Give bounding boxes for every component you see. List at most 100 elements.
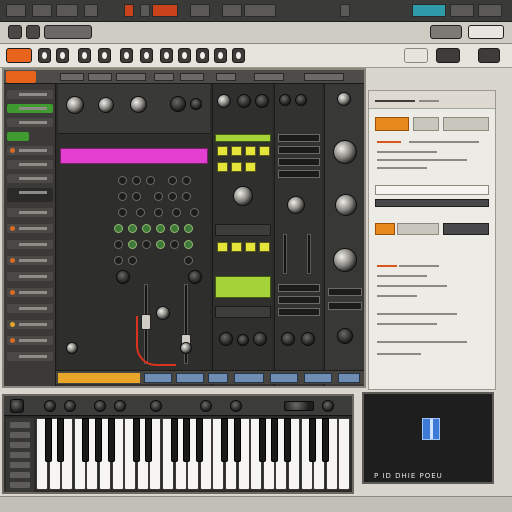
track-row[interactable] <box>7 320 53 329</box>
piano-black-key[interactable] <box>233 418 241 462</box>
footer-segment[interactable] <box>144 373 172 383</box>
rack-tab[interactable] <box>254 73 284 81</box>
pad[interactable] <box>168 192 177 201</box>
pad-button[interactable] <box>259 146 270 156</box>
pad-active[interactable] <box>128 224 137 233</box>
tool-button[interactable] <box>98 48 111 63</box>
pad[interactable] <box>136 208 145 217</box>
knob[interactable] <box>281 332 295 346</box>
knob[interactable] <box>116 270 130 284</box>
track-row[interactable] <box>7 208 53 217</box>
inspector-button[interactable] <box>413 117 439 131</box>
footer-segment[interactable] <box>176 373 204 383</box>
keyboard-button[interactable] <box>10 422 30 428</box>
toolbar-field[interactable] <box>44 25 92 39</box>
footer-segment[interactable] <box>208 373 228 383</box>
toolbar-field[interactable] <box>468 25 504 39</box>
pad[interactable] <box>114 240 123 249</box>
keyboard-knob[interactable] <box>94 400 106 412</box>
output-slot[interactable] <box>328 288 362 296</box>
effect-slot[interactable] <box>278 170 320 178</box>
knob[interactable] <box>237 94 251 108</box>
tool-button[interactable] <box>56 48 69 63</box>
tool-button[interactable] <box>232 48 245 63</box>
rack-tab[interactable] <box>304 73 344 81</box>
piano-black-key[interactable] <box>321 418 329 462</box>
tool-button[interactable] <box>120 48 133 63</box>
pad-active[interactable] <box>156 240 165 249</box>
keyboard-knob[interactable] <box>150 400 162 412</box>
keyboard-button[interactable] <box>10 432 30 438</box>
piano-black-key[interactable] <box>284 418 291 462</box>
piano-black-key[interactable] <box>258 418 266 462</box>
inspector-button[interactable] <box>375 223 395 235</box>
footer-segment[interactable] <box>270 373 298 383</box>
knob[interactable] <box>188 270 202 284</box>
preview-window[interactable]: P ID DHIE POEU <box>362 392 494 484</box>
toolbar-button[interactable] <box>26 25 40 39</box>
knob[interactable] <box>333 140 357 164</box>
knob[interactable] <box>190 98 202 110</box>
control-row[interactable] <box>215 306 271 318</box>
menu-tab[interactable] <box>478 4 502 17</box>
pad[interactable] <box>118 176 127 185</box>
pad-button[interactable] <box>217 162 228 172</box>
pad[interactable] <box>168 176 177 185</box>
pad-button[interactable] <box>231 146 242 156</box>
knob[interactable] <box>337 328 353 344</box>
inspector-bar[interactable] <box>375 199 489 207</box>
keyboard-button[interactable] <box>10 442 30 448</box>
keyboard-knob[interactable] <box>322 400 334 412</box>
menu-tab[interactable] <box>244 4 276 17</box>
piano-black-key[interactable] <box>82 418 90 462</box>
menu-tab[interactable] <box>222 4 242 17</box>
knob[interactable] <box>253 332 267 346</box>
pad[interactable] <box>190 208 199 217</box>
pad-active[interactable] <box>142 224 151 233</box>
tool-button[interactable] <box>160 48 173 63</box>
tool-button[interactable] <box>196 48 209 63</box>
pad-active[interactable] <box>184 240 193 249</box>
knob[interactable] <box>170 96 186 112</box>
tool-button[interactable] <box>178 48 191 63</box>
knob[interactable] <box>130 96 147 113</box>
track-row[interactable] <box>7 288 53 297</box>
keyboard-knob[interactable] <box>64 400 76 412</box>
inspector-button[interactable] <box>397 223 439 235</box>
pad-active[interactable] <box>114 224 123 233</box>
keyboard-button[interactable] <box>284 401 314 411</box>
pad-active[interactable] <box>184 224 193 233</box>
rack-tab[interactable] <box>88 73 112 81</box>
effect-slot[interactable] <box>278 134 320 142</box>
knob[interactable] <box>301 332 315 346</box>
pad[interactable] <box>182 192 191 201</box>
pad[interactable] <box>170 240 179 249</box>
knob[interactable] <box>287 196 305 214</box>
inspector-button[interactable] <box>375 117 409 131</box>
menu-tab[interactable] <box>190 4 210 17</box>
track-row[interactable] <box>7 188 53 202</box>
track-row[interactable] <box>7 224 53 233</box>
pad[interactable] <box>132 192 141 201</box>
pad-button[interactable] <box>231 162 242 172</box>
pad[interactable] <box>184 256 193 265</box>
pad[interactable] <box>118 208 127 217</box>
keyboard-button[interactable] <box>10 472 30 478</box>
piano-black-key[interactable] <box>145 418 153 462</box>
track-row[interactable] <box>7 336 53 345</box>
tool-button[interactable] <box>436 48 460 63</box>
piano-black-key[interactable] <box>221 418 228 462</box>
piano-black-key[interactable] <box>57 418 65 462</box>
pad-button[interactable] <box>245 242 256 252</box>
menu-tab[interactable] <box>140 4 150 17</box>
pad-button[interactable] <box>217 242 228 252</box>
pad[interactable] <box>154 192 163 201</box>
rack-tab[interactable] <box>180 73 204 81</box>
track-row[interactable] <box>7 132 29 141</box>
piano-black-key[interactable] <box>271 418 279 462</box>
footer-segment[interactable] <box>304 373 332 383</box>
rack-tab[interactable] <box>216 73 236 81</box>
pad-button[interactable] <box>217 146 228 156</box>
pad[interactable] <box>182 176 191 185</box>
piano-black-key[interactable] <box>183 418 191 462</box>
